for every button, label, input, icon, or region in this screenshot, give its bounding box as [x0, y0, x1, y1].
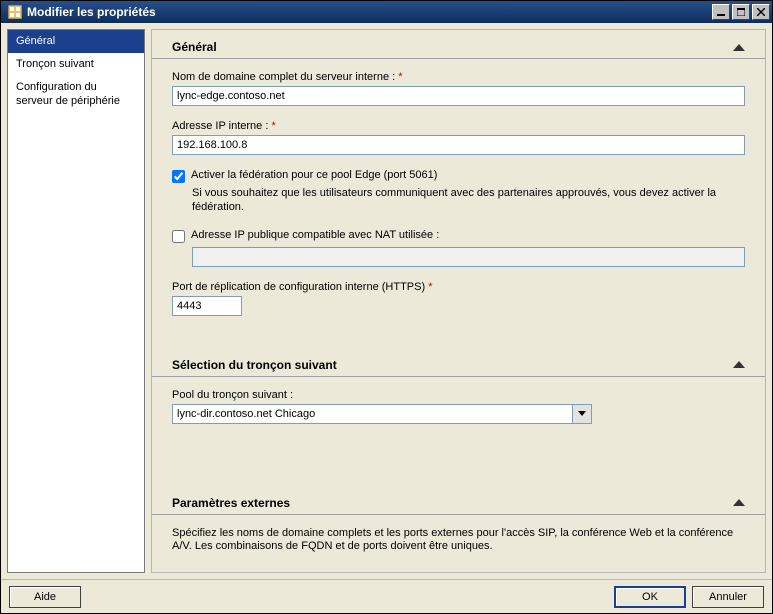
- sidebar-item-label: Tronçon suivant: [16, 58, 94, 70]
- content-area: Général Tronçon suivant Configuration du…: [1, 23, 772, 579]
- field-label: Port de réplication de configuration int…: [172, 281, 745, 293]
- required-marker: *: [271, 120, 275, 132]
- sidebar-item-next-hop[interactable]: Tronçon suivant: [8, 53, 144, 76]
- section-title: Général: [172, 40, 217, 54]
- section-body-external: Spécifiez les noms de domaine complets e…: [152, 527, 765, 573]
- sidebar-item-edge-config[interactable]: Configuration du serveur de périphérie: [8, 76, 144, 112]
- sidebar-item-label: Configuration du serveur de périphérie: [16, 81, 120, 106]
- dropdown-button[interactable]: [572, 404, 592, 424]
- field-federation: Activer la fédération pour ce pool Edge …: [172, 169, 745, 215]
- minimize-button[interactable]: [712, 4, 730, 20]
- field-next-hop-pool: Pool du tronçon suivant : lync-dir.conto…: [172, 389, 745, 424]
- chevron-up-icon: [733, 499, 745, 506]
- field-label: Nom de domaine complet du serveur intern…: [172, 71, 745, 83]
- section-body-next-hop: Pool du tronçon suivant : lync-dir.conto…: [152, 389, 765, 486]
- field-label: Adresse IP interne : *: [172, 120, 745, 132]
- close-button[interactable]: [752, 4, 770, 20]
- field-replication-port: Port de réplication de configuration int…: [172, 281, 745, 316]
- section-body-general: Nom de domaine complet du serveur intern…: [152, 71, 765, 348]
- app-icon: [7, 4, 23, 20]
- federation-checkbox-label: Activer la fédération pour ce pool Edge …: [191, 169, 437, 181]
- nat-checkbox[interactable]: [172, 230, 185, 243]
- section-header-next-hop[interactable]: Sélection du tronçon suivant: [152, 348, 765, 377]
- bottom-bar: Aide OK Annuler: [1, 579, 772, 613]
- chevron-down-icon: [578, 411, 586, 416]
- window-title: Modifier les propriétés: [27, 5, 710, 19]
- section-title: Paramètres externes: [172, 496, 290, 510]
- sidebar: Général Tronçon suivant Configuration du…: [7, 29, 145, 573]
- select-value: lync-dir.contoso.net Chicago: [172, 404, 572, 424]
- nat-ip-input: [192, 247, 745, 267]
- chevron-up-icon: [733, 44, 745, 51]
- required-marker: *: [398, 71, 402, 83]
- titlebar: Modifier les propriétés: [1, 1, 772, 23]
- required-marker: *: [428, 281, 432, 293]
- field-label: Pool du tronçon suivant :: [172, 389, 745, 401]
- external-description: Spécifiez les noms de domaine complets e…: [172, 527, 745, 555]
- next-hop-pool-select[interactable]: lync-dir.contoso.net Chicago: [172, 404, 592, 424]
- internal-fqdn-input[interactable]: [172, 86, 745, 106]
- section-header-external[interactable]: Paramètres externes: [152, 486, 765, 515]
- field-internal-ip: Adresse IP interne : *: [172, 120, 745, 155]
- section-header-general[interactable]: Général: [152, 30, 765, 59]
- sidebar-item-general[interactable]: Général: [8, 30, 144, 53]
- internal-ip-input[interactable]: [172, 135, 745, 155]
- federation-checkbox[interactable]: [172, 170, 185, 183]
- federation-description: Si vous souhaitez que les utilisateurs c…: [192, 187, 745, 215]
- nat-checkbox-label: Adresse IP publique compatible avec NAT …: [191, 229, 439, 241]
- chevron-up-icon: [733, 361, 745, 368]
- field-internal-fqdn: Nom de domaine complet du serveur intern…: [172, 71, 745, 106]
- main-panel: Général Nom de domaine complet du serveu…: [151, 29, 766, 573]
- dialog-window: Modifier les propriétés Général Tronçon …: [0, 0, 773, 614]
- replication-port-input[interactable]: [172, 296, 242, 316]
- field-nat: Adresse IP publique compatible avec NAT …: [172, 229, 745, 267]
- help-button[interactable]: Aide: [9, 586, 81, 608]
- sidebar-item-label: Général: [16, 35, 55, 47]
- ok-button[interactable]: OK: [614, 586, 686, 608]
- cancel-button[interactable]: Annuler: [692, 586, 764, 608]
- section-title: Sélection du tronçon suivant: [172, 358, 337, 372]
- maximize-button[interactable]: [732, 4, 750, 20]
